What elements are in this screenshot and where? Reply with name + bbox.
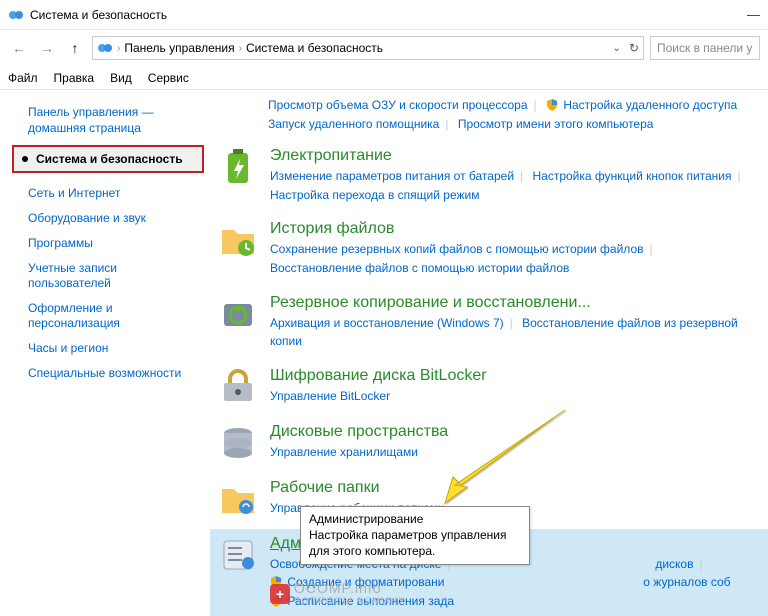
bitlocker-icon [218,367,258,407]
link-power-buttons[interactable]: Настройка функций кнопок питания [533,169,732,183]
watermark-subtext: ВОПРОСЫ АДМИНУ [294,596,405,607]
chevron-right-icon: › [117,43,120,54]
category-title-power[interactable]: Электропитание [270,147,758,165]
category-title-storage[interactable]: Дисковые пространства [270,423,758,441]
sidebar-current-label: Система и безопасность [36,152,183,166]
sidebar-home[interactable]: Панель управления — домашняя страница [6,100,210,141]
forward-button[interactable]: → [36,37,58,59]
tooltip-text: Настройка параметров управления для этог… [309,527,521,559]
category-title-backup[interactable]: Резервное копирование и восстановлени... [270,294,758,312]
titlebar: Система и безопасность — [0,0,768,30]
control-panel-icon [8,7,24,23]
navbar: ← → ↑ › Панель управления › Система и бе… [0,30,768,66]
back-button[interactable]: ← [8,37,30,59]
sidebar-item-appearance[interactable]: Оформление и персонализация [6,296,210,336]
link-admin-eventlog-tail[interactable]: о журналов соб [643,575,730,589]
address-bar[interactable]: › Панель управления › Система и безопасн… [92,36,644,60]
search-input[interactable]: Поиск в панели у [650,36,760,60]
link-remote-assistant[interactable]: Запуск удаленного помощника [268,117,439,131]
category-backup: Резервное копирование и восстановлени...… [210,288,768,361]
link-bitlocker-manage[interactable]: Управление BitLocker [270,389,390,403]
sidebar-item-users[interactable]: Учетные записи пользователей [6,256,210,296]
category-title-history[interactable]: История файлов [270,220,758,238]
folder-history-icon [218,220,258,260]
category-system-links: Просмотр объема ОЗУ и скорости процессор… [210,90,768,141]
sidebar-item-clock[interactable]: Часы и регион [6,336,210,361]
sidebar: Панель управления — домашняя страница Си… [0,90,210,616]
watermark: + OCOMP.info ВОПРОСЫ АДМИНУ [270,580,405,607]
link-backup-win7[interactable]: Архивация и восстановление (Windows 7) [270,316,504,330]
menu-view[interactable]: Вид [110,71,132,85]
tooltip-title: Администрирование [309,511,521,527]
menu-edit[interactable]: Правка [54,71,95,85]
category-storage: Дисковые пространства Управление хранили… [210,417,768,473]
link-history-save[interactable]: Сохранение резервных копий файлов с помо… [270,242,644,256]
chevron-right-icon: › [239,43,242,54]
window-title: Система и безопасность [30,8,167,22]
tooltip: Администрирование Настройка параметров у… [300,506,530,565]
crumb-root[interactable]: Панель управления [124,41,234,55]
work-folders-icon [218,479,258,519]
chevron-down-icon[interactable]: ⌄ [613,43,621,54]
link-power-sleep[interactable]: Настройка перехода в спящий режим [270,188,479,202]
category-bitlocker: Шифрование диска BitLocker Управление Bi… [210,361,768,417]
admin-tools-icon [218,535,258,575]
link-storage-manage[interactable]: Управление хранилищами [270,445,418,459]
storage-icon [218,423,258,463]
sidebar-item-hardware[interactable]: Оборудование и звук [6,206,210,231]
category-title-workfolders[interactable]: Рабочие папки [270,479,758,497]
menu-file[interactable]: Файл [8,71,38,85]
link-remote-access[interactable]: Настройка удаленного доступа [563,98,737,112]
bullet-icon [22,156,28,162]
shield-icon [546,99,558,111]
sidebar-current[interactable]: Система и безопасность [12,145,204,173]
category-file-history: История файлов Сохранение резервных копи… [210,214,768,287]
crumb-current[interactable]: Система и безопасность [246,41,383,55]
minimize-button[interactable]: — [747,7,760,22]
watermark-text: OCOMP.info [294,580,405,596]
link-history-restore[interactable]: Восстановление файлов с помощью истории … [270,261,569,275]
backup-icon [218,294,258,334]
refresh-button[interactable]: ↻ [629,41,639,55]
search-placeholder: Поиск в панели у [657,41,752,55]
sidebar-item-programs[interactable]: Программы [6,231,210,256]
menu-service[interactable]: Сервис [148,71,189,85]
link-ram-cpu[interactable]: Просмотр объема ОЗУ и скорости процессор… [268,98,528,112]
up-button[interactable]: ↑ [64,37,86,59]
control-panel-icon [97,40,113,56]
category-power: Электропитание Изменение параметров пита… [210,141,768,214]
sidebar-item-accessibility[interactable]: Специальные возможности [6,361,210,386]
category-title-bitlocker[interactable]: Шифрование диска BitLocker [270,367,758,385]
link-admin-defrag-tail[interactable]: дисков [655,557,693,571]
watermark-badge-icon: + [270,584,290,604]
link-computer-name[interactable]: Просмотр имени этого компьютера [458,117,654,131]
menubar: Файл Правка Вид Сервис [0,66,768,90]
battery-icon [218,147,258,187]
sidebar-item-network[interactable]: Сеть и Интернет [6,181,210,206]
link-power-battery[interactable]: Изменение параметров питания от батарей [270,169,514,183]
